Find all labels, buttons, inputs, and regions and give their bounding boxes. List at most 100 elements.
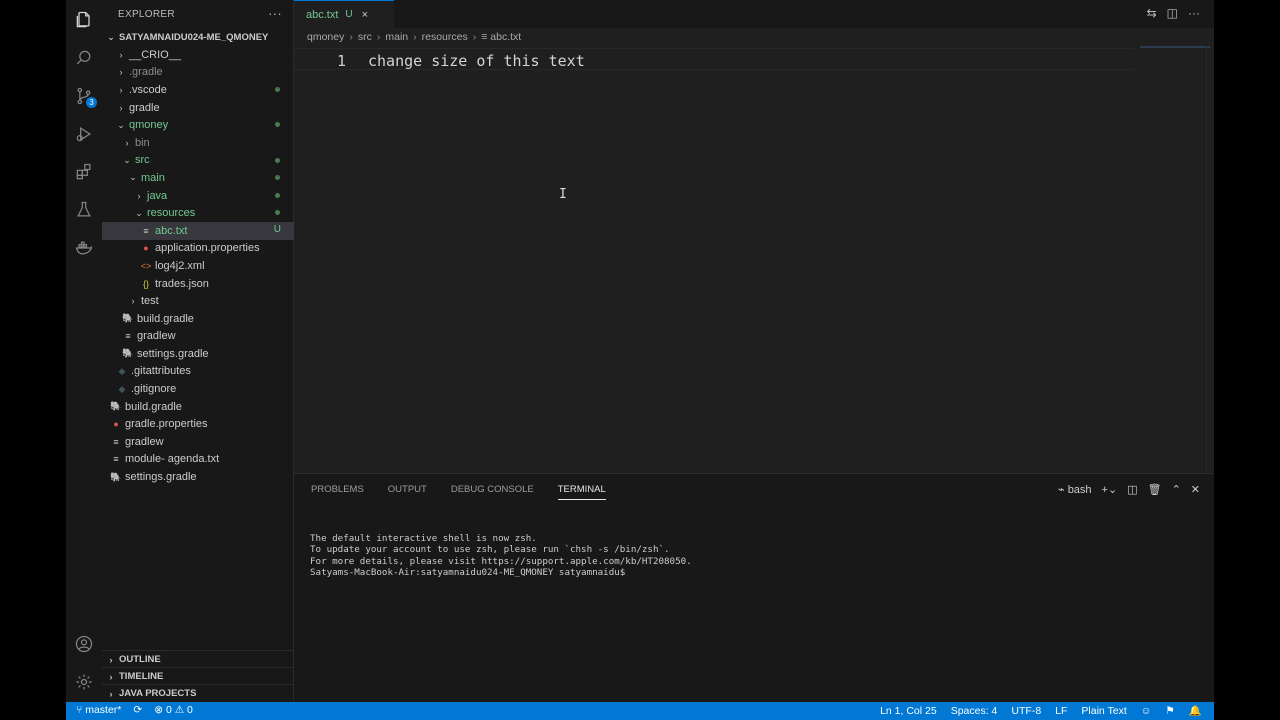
tree-file[interactable]: <> log4j2.xml — [102, 257, 294, 275]
close-icon[interactable]: × — [362, 9, 368, 21]
tree-folder[interactable]: › test — [102, 292, 294, 310]
tree-file[interactable]: {} trades.json — [102, 275, 294, 293]
panel-tab[interactable]: OUTPUT — [388, 484, 427, 500]
trash-icon[interactable]: 🗑 — [1148, 483, 1162, 496]
maximize-panel-icon[interactable]: ⌃ — [1172, 483, 1181, 496]
file-type-icon: ≡ — [125, 331, 131, 342]
tree-file[interactable]: 🐘 settings.gradle — [102, 468, 294, 486]
breadcrumb-item[interactable]: src — [358, 31, 372, 43]
notifications-icon[interactable]: 🔔 — [1189, 704, 1202, 717]
indentation[interactable]: Spaces: 4 — [951, 705, 998, 717]
extensions-icon[interactable] — [66, 154, 102, 190]
tree-item-label: test — [141, 295, 159, 308]
source-control-icon[interactable]: 3 — [66, 78, 102, 114]
project-root[interactable]: ⌄ SATYAMNAIDU024-ME_QMONEY — [102, 28, 294, 46]
tree-folder[interactable]: › gradle — [102, 99, 294, 117]
panel-tab[interactable]: DEBUG CONSOLE — [451, 484, 534, 500]
close-panel-icon[interactable]: ✕ — [1191, 483, 1200, 496]
tree-folder[interactable]: ⌄ src — [102, 152, 294, 170]
feedback-icon[interactable]: ☺ — [1141, 705, 1152, 717]
broadcast-icon[interactable]: ⚑ — [1166, 705, 1175, 717]
file-type-icon: ≡ — [113, 454, 119, 465]
explorer-sidebar: EXPLORER ··· ⌄ SATYAMNAIDU024-ME_QMONEY … — [102, 0, 294, 702]
sync-icon[interactable]: ⟳ — [133, 704, 142, 716]
docker-icon[interactable] — [66, 230, 102, 266]
split-terminal-icon[interactable]: ◫ — [1127, 483, 1137, 496]
chevron-right-icon: › — [119, 67, 123, 78]
line-text[interactable]: change size of this text — [368, 52, 585, 70]
tree-file[interactable]: ≡ gradlew — [102, 433, 294, 451]
tree-folder[interactable]: › .vscode — [102, 81, 294, 99]
file-type-icon: ≡ — [143, 225, 149, 236]
new-terminal-icon[interactable]: +⌄ — [1102, 483, 1118, 496]
minimap[interactable] — [1140, 46, 1210, 48]
terminal-icon: ⌁ — [1058, 484, 1068, 496]
terminal-line: To update your account to use zsh, pleas… — [310, 544, 670, 556]
breadcrumb-item[interactable]: qmoney — [307, 31, 344, 43]
tree-file[interactable]: 🐘 build.gradle — [102, 310, 294, 328]
tree-folder[interactable]: › .gradle — [102, 64, 294, 82]
tree-file[interactable]: ◆ .gitignore — [102, 380, 294, 398]
tree-file[interactable]: ◆ .gitattributes — [102, 363, 294, 381]
run-debug-icon[interactable] — [66, 116, 102, 152]
more-actions-icon[interactable]: ··· — [1188, 6, 1200, 20]
panel-tab[interactable]: PROBLEMS — [311, 484, 364, 500]
tree-folder[interactable]: ⌄ qmoney — [102, 116, 294, 134]
tree-file[interactable]: ≡ module- agenda.txt — [102, 451, 294, 469]
tree-item-label: log4j2.xml — [155, 259, 205, 272]
tree-item-label: gradle — [129, 101, 160, 114]
editor-scrollbar[interactable] — [1206, 46, 1214, 473]
branch-name: master* — [85, 704, 122, 716]
tree-item-label: __CRIO__ — [129, 48, 181, 61]
end-of-line[interactable]: LF — [1055, 705, 1067, 717]
chevron-right-icon: › — [109, 654, 113, 665]
language-mode[interactable]: Plain Text — [1081, 705, 1126, 717]
tree-folder[interactable]: ⌄ main — [102, 169, 294, 187]
text-editor[interactable]: 1 change size of this text I — [294, 46, 1214, 473]
open-changes-icon[interactable]: ⇆ — [1147, 6, 1157, 20]
chevron-down-icon: ⌄ — [129, 172, 137, 183]
tree-folder[interactable]: ⌄ resources — [102, 204, 294, 222]
more-actions-icon[interactable]: ··· — [268, 6, 282, 21]
tree-item-label: resources — [147, 207, 196, 220]
outline-label: OUTLINE — [119, 654, 161, 665]
breadcrumb-item[interactable]: ≡ abc.txt — [481, 31, 521, 43]
tree-item-label: src — [135, 154, 150, 167]
breadcrumb-separator: › — [349, 31, 353, 43]
breadcrumb-item[interactable]: resources — [422, 31, 468, 43]
timeline-section[interactable]: › TIMELINE — [102, 667, 294, 685]
chevron-right-icon: › — [119, 102, 123, 113]
settings-gear-icon[interactable] — [66, 664, 102, 700]
problems-indicator[interactable]: ⊗ 0 ⚠ 0 — [154, 704, 193, 716]
cursor-position[interactable]: Ln 1, Col 25 — [880, 705, 937, 717]
tree-file[interactable]: ● gradle.properties — [102, 415, 294, 433]
terminal-shell-selector[interactable]: ⌁ bash — [1058, 483, 1092, 496]
panel-actions: ⌁ bash +⌄ ◫ 🗑 ⌃ ✕ — [1058, 483, 1200, 496]
chevron-right-icon: › — [119, 49, 123, 60]
java-projects-section[interactable]: › JAVA PROJECTS — [102, 684, 294, 702]
account-icon[interactable] — [66, 626, 102, 662]
breadcrumb: qmoney › src › main › resources › ≡ abc.txt — [294, 28, 1214, 46]
breadcrumb-item[interactable]: main — [385, 31, 408, 43]
error-icon: ⊗ — [154, 704, 166, 716]
outline-section[interactable]: › OUTLINE — [102, 650, 294, 668]
tree-folder[interactable]: › java — [102, 187, 294, 205]
search-icon[interactable] — [66, 40, 102, 76]
tree-file[interactable]: ≡ gradlew — [102, 328, 294, 346]
tree-item-label: gradlew — [137, 330, 176, 343]
tree-file[interactable]: ≡ abc.txt U — [102, 221, 294, 240]
tree-file[interactable]: 🐘 build.gradle — [102, 398, 294, 416]
terminal-output[interactable]: The default interactive shell is now zsh… — [310, 522, 692, 578]
explorer-icon[interactable] — [66, 2, 102, 38]
tree-file[interactable]: ● application.properties — [102, 240, 294, 258]
tree-folder[interactable]: › bin — [102, 134, 294, 152]
split-editor-icon[interactable]: ◫ — [1167, 6, 1178, 20]
tab-abc-txt[interactable]: abc.txt U × — [294, 0, 394, 28]
encoding[interactable]: UTF-8 — [1011, 705, 1041, 717]
tree-file[interactable]: 🐘 settings.gradle — [102, 345, 294, 363]
branch-indicator[interactable]: ⑂ master* — [76, 704, 121, 716]
panel-tab[interactable]: TERMINAL — [557, 484, 606, 500]
testing-icon[interactable] — [66, 192, 102, 228]
tree-folder[interactable]: › __CRIO__ — [102, 46, 294, 64]
file-type-icon: ● — [113, 419, 119, 430]
